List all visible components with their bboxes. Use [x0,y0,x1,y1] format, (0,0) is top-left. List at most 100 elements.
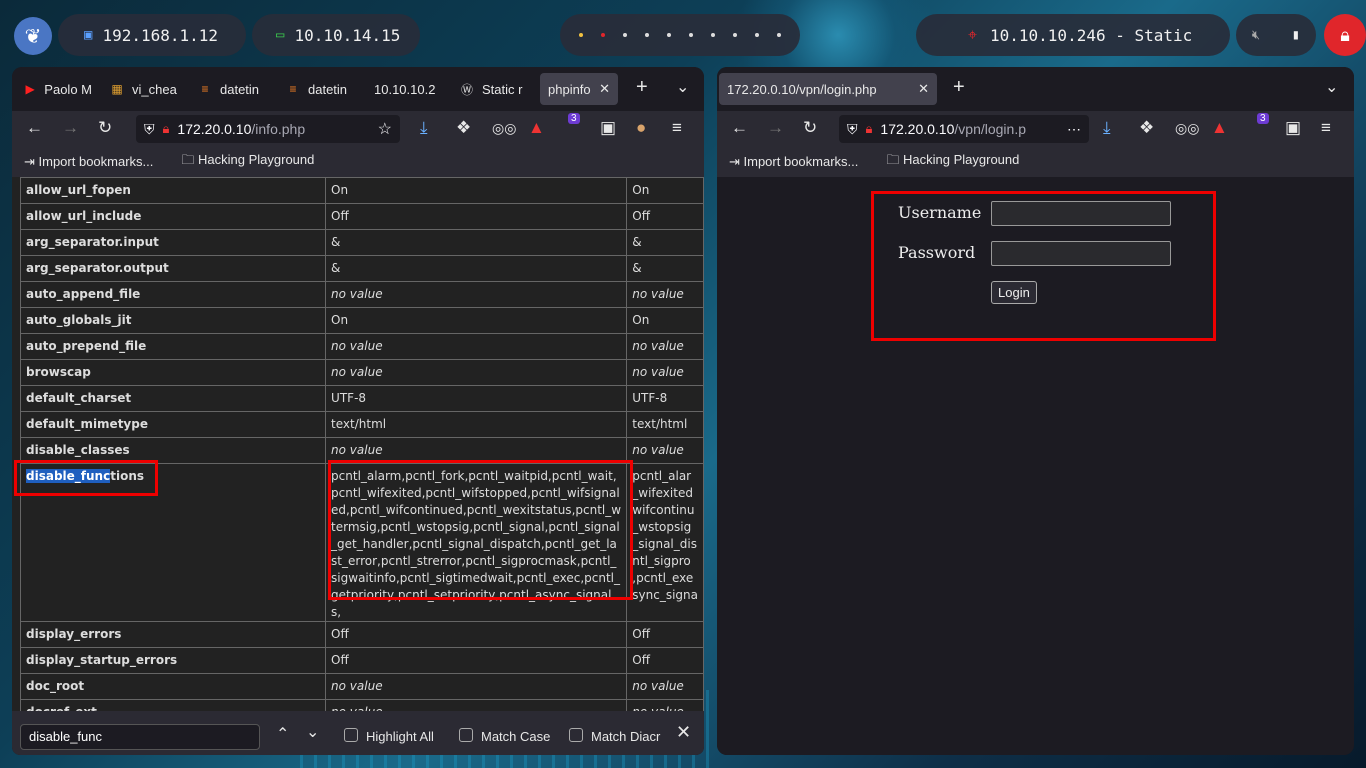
find-next-icon[interactable]: ⌄ [306,722,319,742]
lock-icon: 🔒︎ [1340,24,1350,45]
menu-icon[interactable]: ≡ [1321,118,1331,138]
tab-vi-cheatsheet[interactable]: ▦ vi_chea [102,73,188,105]
tab-label: datetin [220,81,260,97]
app-launcher-button[interactable]: ❦ [14,17,52,55]
tab-login[interactable]: 172.20.0.10/vpn/login.php ✕ [719,73,937,105]
forward-button[interactable]: → [767,118,784,138]
extension-glasses-icon[interactable]: ◎◎ [1175,120,1199,137]
mute-icon[interactable]: 🔇︎ [1252,28,1260,43]
insecure-lock-icon[interactable]: 🔒︎ [163,121,170,137]
close-find-icon[interactable]: ✕ [676,722,691,743]
shield-icon[interactable]: ⛨ [847,121,858,138]
match-diacritics-checkbox[interactable] [569,728,583,742]
password-input[interactable] [991,241,1171,266]
tab-bar: ▶ Paolo M ▦ vi_chea ≡ datetin ≡ datetin … [12,67,704,111]
insecure-lock-icon[interactable]: 🔒︎ [866,121,873,137]
page-actions-icon[interactable]: ⋯ [1063,120,1081,138]
match-diacritics-label: Match Diacr [591,729,661,744]
workspace-dot[interactable] [645,33,649,37]
directive-name: docref_ext [19,699,327,711]
tab-datetime-2[interactable]: ≡ datetin [278,73,364,105]
tab-phpinfo[interactable]: phpinfo ✕ [540,73,618,105]
workspace-dot[interactable] [755,33,759,37]
list-tabs-button[interactable]: ⌄ [676,77,689,97]
close-tab-icon[interactable]: ✕ [595,81,610,97]
directive-name: default_charset [19,385,327,412]
local-value: no value [325,333,628,360]
tab-ip[interactable]: 10.10.10.2 [366,73,450,105]
extension-cards-icon[interactable]: ▣ [1285,118,1301,138]
lock-screen-button[interactable]: 🔒︎ [1324,14,1366,56]
master-value-line: wifcontinu [632,503,695,517]
new-tab-button[interactable]: + [636,76,648,99]
downloads-icon[interactable]: ⤓ [420,118,428,138]
reload-button[interactable]: ↻ [98,118,112,138]
tab-label: datetin [308,81,348,97]
match-case-checkbox[interactable] [459,728,473,742]
master-value: On [626,177,704,204]
bookmark-folder-hacking[interactable]: 🗀︎ Hacking Playground [181,151,328,173]
import-bookmarks[interactable]: ⇥ Import bookmarks... [24,154,167,170]
workspace-dot[interactable] [733,33,737,37]
vi-icon: ▦ [111,82,123,96]
bookmark-star-icon[interactable]: ☆ [378,119,392,139]
import-bookmarks[interactable]: ⇥ Import bookmarks... [729,154,872,170]
extensions-icon[interactable]: ❖ [456,118,471,138]
master-value: Off [626,621,704,648]
table-row: arg_separator.output & & [19,255,704,282]
reload-button[interactable]: ↻ [803,118,817,138]
master-value: no value [626,699,704,711]
battery-icon[interactable]: ▮ [1292,27,1300,43]
local-value: no value [325,359,628,386]
bookmark-folder-hacking[interactable]: 🗀︎ Hacking Playground [886,151,1033,173]
new-tab-button[interactable]: + [953,76,965,99]
system-tray[interactable]: 🔇︎ ▮ [1236,14,1316,56]
match-case-label: Match Case [481,729,551,744]
master-value: Off [626,647,704,674]
url-bar[interactable]: ⛨ 🔒︎ 172.20.0.10/vpn/login.p ⋯ [839,115,1089,143]
extension-cards-icon[interactable]: ▣ [600,118,616,138]
password-label: Password [898,243,976,262]
vpn-ip-widget[interactable]: ▭ 10.10.14.15 [252,14,420,56]
tab-static[interactable]: Ⓦ Static r [452,73,538,105]
workspace-dot[interactable] [601,33,605,37]
downloads-icon[interactable]: ⤓ [1103,118,1111,138]
back-button[interactable]: ← [26,118,43,138]
extension-badge-icon[interactable]: 3 [568,113,580,124]
directive-name: arg_separator.output [19,255,327,282]
back-button[interactable]: ← [731,118,748,138]
extension-cookie-icon[interactable]: ● [636,118,646,138]
shield-icon[interactable]: ⛨ [144,121,155,138]
extension-badge-icon[interactable]: 3 [1257,113,1269,124]
url-bar[interactable]: ⛨ 🔒︎ 172.20.0.10/info.php ☆ [136,115,400,143]
tab-datetime-1[interactable]: ≡ datetin [190,73,276,105]
list-tabs-button[interactable]: ⌄ [1325,77,1338,97]
username-input[interactable] [991,201,1171,226]
extension-santa-icon[interactable]: ▲ [528,118,545,138]
highlight-all-checkbox[interactable] [344,728,358,742]
workspace-dot[interactable] [667,33,671,37]
bookmarks-toolbar: ⇥ Import bookmarks... 🗀︎ Hacking Playgro… [12,147,704,177]
workspace-dot[interactable] [689,33,693,37]
directive-name: allow_url_fopen [19,177,327,204]
forward-button[interactable]: → [62,118,79,138]
target-widget[interactable]: ⌖ 10.10.10.246 - Static [916,14,1230,56]
extension-glasses-icon[interactable]: ◎◎ [492,120,516,137]
find-previous-icon[interactable]: ⌃ [276,724,289,744]
url-host: 172.20.0.10 [177,121,252,137]
menu-icon[interactable]: ≡ [672,118,682,138]
workspace-dot[interactable] [623,33,627,37]
workspace-dot[interactable] [711,33,715,37]
tab-youtube[interactable]: ▶ Paolo M [16,73,100,105]
login-button[interactable]: Login [991,281,1037,304]
extension-santa-icon[interactable]: ▲ [1211,118,1228,138]
local-value: & [325,229,628,256]
find-input[interactable]: disable_func [20,724,260,750]
extensions-icon[interactable]: ❖ [1139,118,1154,138]
local-value: no value [325,281,628,308]
workspace-dot[interactable] [777,33,781,37]
workspace-switcher[interactable] [560,14,800,56]
local-ip-widget[interactable]: ▣ 192.168.1.12 [58,14,246,56]
workspace-dot[interactable] [579,33,583,37]
close-tab-icon[interactable]: ✕ [914,81,929,97]
